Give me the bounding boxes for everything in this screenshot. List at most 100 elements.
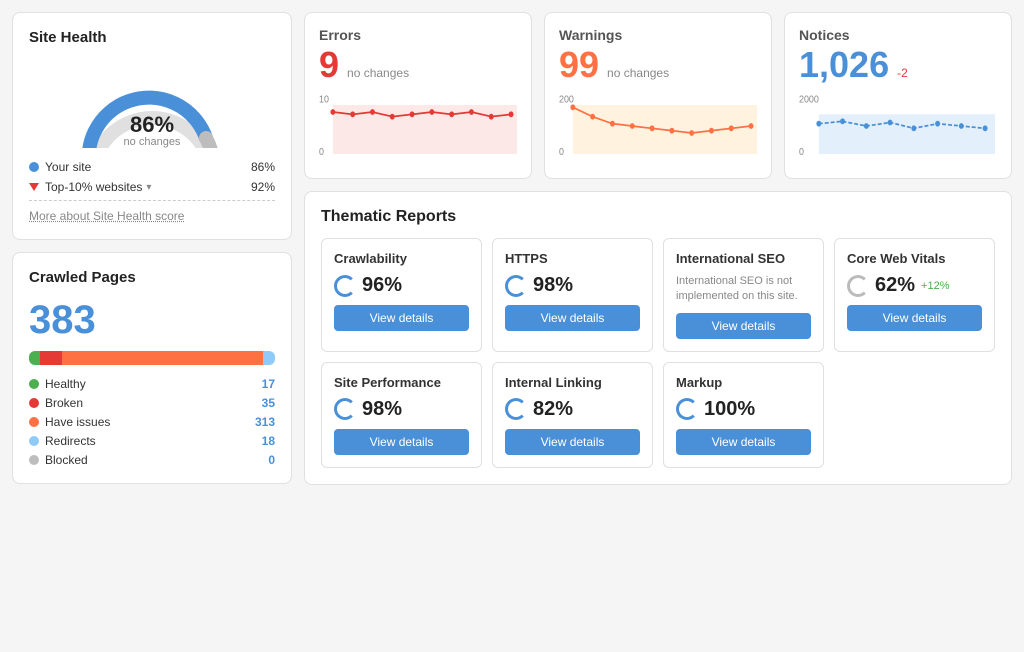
errors-number-row: 9 no changes bbox=[319, 47, 517, 83]
svg-text:0: 0 bbox=[799, 147, 804, 159]
sp-pct: 98% bbox=[362, 398, 402, 421]
list-item: Broken 35 bbox=[29, 396, 275, 410]
healthy-label: Healthy bbox=[45, 377, 86, 391]
bar-issues bbox=[62, 351, 263, 365]
svg-text:10: 10 bbox=[319, 94, 329, 106]
top10-icon bbox=[29, 183, 39, 191]
report-intl-seo-name: International SEO bbox=[676, 251, 811, 266]
blocked-dot bbox=[29, 455, 39, 465]
gauge-center: 86% no changes bbox=[124, 114, 181, 148]
crawled-pages-card: Crawled Pages 383 Healthy 17 bbox=[12, 252, 292, 484]
report-core-web-vitals: Core Web Vitals 62% +12% View details bbox=[834, 238, 995, 352]
report-https: HTTPS 98% View details bbox=[492, 238, 653, 352]
il-icon bbox=[505, 398, 527, 420]
https-pct: 98% bbox=[533, 274, 573, 297]
healthy-dot bbox=[29, 379, 39, 389]
notices-chart: 2000 0 bbox=[799, 91, 997, 161]
your-site-dot bbox=[29, 162, 39, 172]
cwv-icon bbox=[847, 275, 869, 297]
bar-healthy bbox=[29, 351, 40, 365]
site-health-card: Site Health 86% no chan bbox=[12, 12, 292, 240]
cwv-pct: 62% bbox=[875, 274, 915, 297]
notices-card: Notices 1,026 -2 2000 0 bbox=[784, 12, 1012, 179]
errors-change: no changes bbox=[347, 66, 409, 80]
redirects-dot bbox=[29, 436, 39, 446]
warnings-card: Warnings 99 no changes 200 0 bbox=[544, 12, 772, 179]
top10-value: 92% bbox=[251, 180, 275, 194]
list-item: Redirects 18 bbox=[29, 434, 275, 448]
list-item: Have issues 313 bbox=[29, 415, 275, 429]
intl-seo-view-btn[interactable]: View details bbox=[676, 313, 811, 339]
gauge-percent: 86% bbox=[124, 114, 181, 136]
gauge-wrap: 86% no changes bbox=[72, 58, 232, 148]
notices-number-row: 1,026 -2 bbox=[799, 47, 997, 83]
report-sp-name: Site Performance bbox=[334, 375, 469, 390]
report-internal-linking: Internal Linking 82% View details bbox=[492, 362, 653, 468]
blocked-count: 0 bbox=[268, 453, 275, 467]
markup-view-btn[interactable]: View details bbox=[676, 429, 811, 455]
cwv-score-row: 62% +12% bbox=[847, 274, 982, 297]
crawlability-view-btn[interactable]: View details bbox=[334, 305, 469, 331]
svg-text:2000: 2000 bbox=[799, 94, 819, 106]
markup-score-row: 100% bbox=[676, 398, 811, 421]
site-health-title: Site Health bbox=[29, 29, 275, 46]
top-metrics-row: Errors 9 no changes 10 0 bbox=[304, 12, 1012, 179]
markup-pct: 100% bbox=[704, 398, 755, 421]
crawled-total: 383 bbox=[29, 298, 275, 343]
broken-dot bbox=[29, 398, 39, 408]
svg-text:0: 0 bbox=[559, 147, 564, 159]
report-markup: Markup 100% View details bbox=[663, 362, 824, 468]
broken-label: Broken bbox=[45, 396, 83, 410]
redirects-label: Redirects bbox=[45, 434, 96, 448]
notices-value: 1,026 bbox=[799, 47, 889, 83]
gauge-container: 86% no changes bbox=[29, 58, 275, 148]
il-view-btn[interactable]: View details bbox=[505, 429, 640, 455]
crawlability-icon bbox=[334, 275, 356, 297]
blocked-label: Blocked bbox=[45, 453, 88, 467]
https-view-btn[interactable]: View details bbox=[505, 305, 640, 331]
thematic-title: Thematic Reports bbox=[321, 208, 995, 226]
warnings-number-row: 99 no changes bbox=[559, 47, 757, 83]
il-pct: 82% bbox=[533, 398, 573, 421]
cwv-view-btn[interactable]: View details bbox=[847, 305, 982, 331]
warnings-change: no changes bbox=[607, 66, 669, 80]
svg-text:0: 0 bbox=[319, 147, 324, 159]
issues-count: 313 bbox=[255, 415, 275, 429]
gauge-sublabel: no changes bbox=[124, 136, 181, 148]
markup-icon bbox=[676, 398, 698, 420]
redirects-count: 18 bbox=[262, 434, 275, 448]
report-crawlability-name: Crawlability bbox=[334, 251, 469, 266]
reports-grid: Crawlability 96% View details HTTPS 98% … bbox=[321, 238, 995, 468]
report-crawlability: Crawlability 96% View details bbox=[321, 238, 482, 352]
report-site-performance: Site Performance 98% View details bbox=[321, 362, 482, 468]
https-score-row: 98% bbox=[505, 274, 640, 297]
https-icon bbox=[505, 275, 527, 297]
top10-legend: Top-10% websites ▾ 92% bbox=[29, 180, 275, 194]
report-markup-name: Markup bbox=[676, 375, 811, 390]
list-item: Blocked 0 bbox=[29, 453, 275, 467]
svg-text:200: 200 bbox=[559, 94, 574, 106]
list-item: Healthy 17 bbox=[29, 377, 275, 391]
sp-view-btn[interactable]: View details bbox=[334, 429, 469, 455]
warnings-value: 99 bbox=[559, 47, 599, 83]
more-about-link[interactable]: More about Site Health score bbox=[29, 200, 275, 223]
warnings-chart: 200 0 bbox=[559, 91, 757, 161]
intl-seo-desc: International SEO is not implemented on … bbox=[676, 274, 811, 305]
your-site-value: 86% bbox=[251, 160, 275, 174]
broken-count: 35 bbox=[262, 396, 275, 410]
chevron-down-icon: ▾ bbox=[146, 182, 151, 193]
errors-label: Errors bbox=[319, 27, 517, 43]
bar-broken bbox=[40, 351, 62, 365]
crawled-progress-bar bbox=[29, 351, 275, 365]
warnings-label: Warnings bbox=[559, 27, 757, 43]
sp-score-row: 98% bbox=[334, 398, 469, 421]
crawlability-score-row: 96% bbox=[334, 274, 469, 297]
issues-dot bbox=[29, 417, 39, 427]
top10-label: Top-10% websites ▾ bbox=[45, 180, 151, 194]
crawlability-pct: 96% bbox=[362, 274, 402, 297]
bar-redirects bbox=[263, 351, 275, 365]
notices-change: -2 bbox=[897, 66, 908, 80]
crawled-legend: Healthy 17 Broken 35 Have issues bbox=[29, 377, 275, 467]
your-site-label: Your site bbox=[45, 160, 91, 174]
sp-icon bbox=[334, 398, 356, 420]
